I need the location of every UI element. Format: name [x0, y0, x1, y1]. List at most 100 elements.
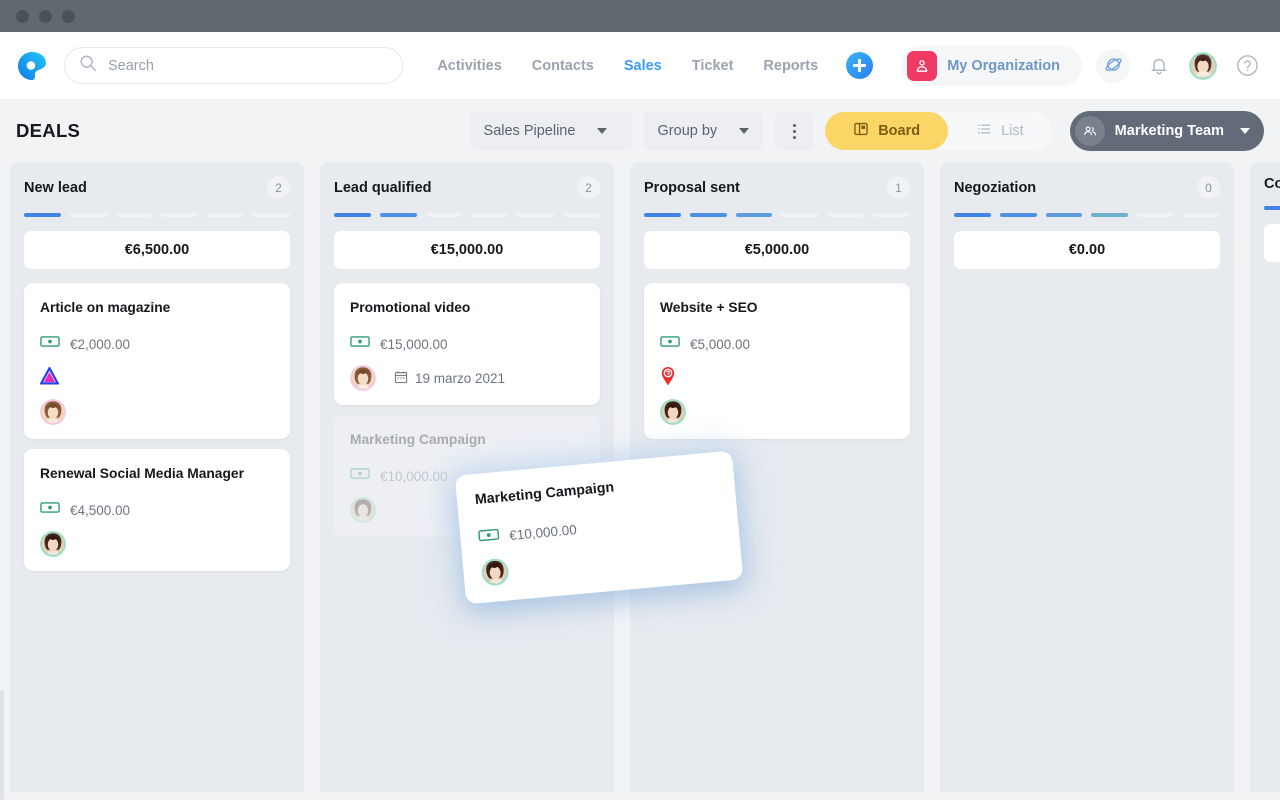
- stage-segment: [161, 213, 198, 217]
- stage-segment: [471, 213, 508, 217]
- nav-link-contacts[interactable]: Contacts: [532, 58, 594, 74]
- stage-segment: [517, 213, 554, 217]
- stage-segment: [954, 213, 991, 217]
- app-window: Search Activities Contacts Sales Ticket …: [0, 0, 1280, 800]
- window-close-dot[interactable]: [16, 10, 29, 23]
- stage-segment: [1137, 213, 1174, 217]
- tab-list-view[interactable]: List: [948, 112, 1052, 150]
- column-count-badge: 2: [267, 176, 290, 199]
- banknote-icon: [40, 335, 60, 353]
- stage-segment: [1264, 206, 1280, 210]
- column-count-badge: 0: [1197, 176, 1220, 199]
- nav-link-ticket[interactable]: Ticket: [692, 58, 734, 74]
- bell-notification-icon[interactable]: [1144, 51, 1174, 81]
- column-total: €0.00: [954, 231, 1220, 269]
- deal-amount: €10,000.00: [380, 469, 448, 484]
- column-count-badge: 2: [577, 176, 600, 199]
- deal-amount-row: €2,000.00: [40, 335, 274, 353]
- stage-segment: [644, 213, 681, 217]
- org-shirt-icon: [907, 51, 937, 81]
- deal-card-dragging[interactable]: Marketing Campaign €10,000.00: [455, 451, 744, 604]
- group-by-label: Group by: [658, 123, 718, 139]
- tab-board-view[interactable]: Board: [825, 112, 948, 150]
- top-navbar: Search Activities Contacts Sales Ticket …: [0, 32, 1280, 100]
- deal-card[interactable]: Renewal Social Media Manager €4,500.00: [24, 449, 290, 571]
- deal-footer: [480, 538, 723, 587]
- chevron-down-icon: [597, 128, 607, 134]
- stage-segment: [1000, 213, 1037, 217]
- help-circle-icon[interactable]: [1232, 51, 1262, 81]
- deal-card[interactable]: Website + SEO €5,000.00: [644, 283, 910, 439]
- deal-due-date: 19 marzo 2021: [394, 370, 505, 387]
- avatar[interactable]: [350, 365, 376, 391]
- avatar[interactable]: [40, 399, 66, 425]
- deal-amount-row: €4,500.00: [40, 501, 274, 519]
- column-header: Cont: [1264, 176, 1280, 192]
- column-title: Negoziation: [954, 180, 1036, 196]
- search-input[interactable]: Search: [64, 47, 403, 84]
- planet-icon[interactable]: [1096, 49, 1130, 83]
- deals-toolbar: DEALS Sales Pipeline Group by: [0, 100, 1280, 162]
- brand-droplet-icon[interactable]: [18, 52, 46, 80]
- avatar[interactable]: [660, 399, 686, 425]
- column-total: [1264, 224, 1280, 262]
- deal-footer: 19 marzo 2021: [350, 365, 584, 391]
- stage-segment: [827, 213, 864, 217]
- organization-selector[interactable]: My Organization: [901, 46, 1082, 86]
- deal-title: Article on magazine: [40, 299, 274, 316]
- page-scrollbar[interactable]: [0, 690, 4, 800]
- view-toggle: Board List: [825, 112, 1051, 150]
- stage-progress-bar: [1264, 206, 1280, 210]
- deal-card[interactable]: Article on magazine €2,000.00: [24, 283, 290, 439]
- deal-amount-row: €5,000.00: [660, 335, 894, 353]
- deal-title: Promotional video: [350, 299, 584, 316]
- stage-segment: [426, 213, 463, 217]
- organization-label: My Organization: [947, 58, 1060, 74]
- window-maximize-dot[interactable]: [62, 10, 75, 23]
- column-count-badge: 1: [887, 176, 910, 199]
- deal-footer: [660, 399, 894, 425]
- deal-card[interactable]: Promotional video €15,000.00: [334, 283, 600, 405]
- window-minimize-dot[interactable]: [39, 10, 52, 23]
- pipeline-select-label: Sales Pipeline: [484, 123, 576, 139]
- avatar[interactable]: [1188, 51, 1218, 81]
- page-title: DEALS: [16, 120, 80, 142]
- column-title: New lead: [24, 180, 87, 196]
- team-selector[interactable]: Marketing Team: [1070, 111, 1264, 151]
- stage-segment: [207, 213, 244, 217]
- nav-link-activities[interactable]: Activities: [437, 58, 501, 74]
- column-total: €5,000.00: [644, 231, 910, 269]
- avatar[interactable]: [40, 531, 66, 557]
- deal-title: Marketing Campaign: [474, 470, 717, 510]
- stage-progress-bar: [24, 213, 290, 217]
- team-label: Marketing Team: [1115, 123, 1224, 139]
- stage-segment: [253, 213, 290, 217]
- map-pin-icon: [660, 365, 894, 387]
- column-header: Negoziation 0: [954, 176, 1220, 199]
- kanban-column-contract[interactable]: Cont: [1250, 162, 1280, 792]
- column-cards: Website + SEO €5,000.00: [644, 283, 910, 439]
- stage-segment: [736, 213, 773, 217]
- avatar[interactable]: [480, 557, 509, 586]
- calendar-icon: [394, 370, 408, 387]
- kanban-column-new-lead[interactable]: New lead 2 €6,500.00 Article on magazine: [10, 162, 304, 792]
- nav-link-sales[interactable]: Sales: [624, 58, 662, 74]
- stage-segment: [1091, 213, 1128, 217]
- deal-amount-row: €15,000.00: [350, 335, 584, 353]
- kebab-menu-icon[interactable]: [775, 112, 813, 150]
- triangle-brand-icon: [40, 365, 274, 387]
- deal-title: Marketing Campaign: [350, 431, 584, 448]
- stage-segment: [1183, 213, 1220, 217]
- column-header: New lead 2: [24, 176, 290, 199]
- stage-progress-bar: [644, 213, 910, 217]
- stage-segment: [334, 213, 371, 217]
- plus-icon[interactable]: [846, 52, 873, 79]
- pipeline-select[interactable]: Sales Pipeline: [470, 112, 632, 150]
- deal-amount: €4,500.00: [70, 503, 130, 518]
- banknote-icon: [478, 527, 501, 548]
- nav-link-reports[interactable]: Reports: [763, 58, 818, 74]
- deal-title: Renewal Social Media Manager: [40, 465, 274, 482]
- deal-footer: [40, 399, 274, 425]
- kanban-column-negoziation[interactable]: Negoziation 0 €0.00: [940, 162, 1234, 792]
- group-by-select[interactable]: Group by: [644, 112, 764, 150]
